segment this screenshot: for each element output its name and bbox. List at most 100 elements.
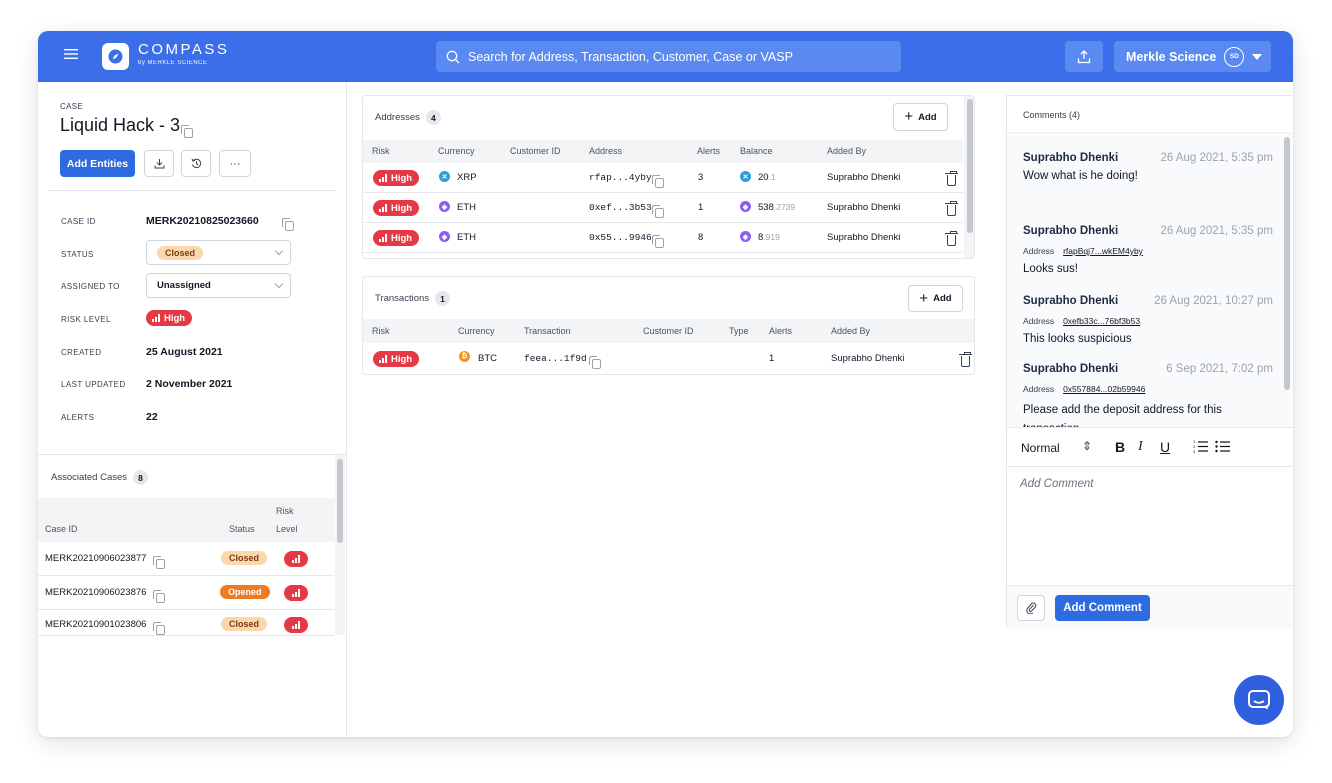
copy-icon[interactable] xyxy=(652,234,664,248)
scrollbar-thumb[interactable] xyxy=(1284,137,1290,390)
comment-address-link[interactable]: rfapBqj7...wkEM4yby xyxy=(1063,246,1143,256)
scrollbar[interactable] xyxy=(335,455,345,635)
copy-icon[interactable] xyxy=(153,555,165,569)
comment-address-link[interactable]: 0x557884...02b59946 xyxy=(1063,384,1145,394)
copy-icon[interactable] xyxy=(181,124,193,138)
case-id-value: MERK20210825023660 xyxy=(146,215,259,227)
comment-input-placeholder: Add Comment xyxy=(1020,478,1094,490)
table-row[interactable]: MERK20210906023877 Closed xyxy=(38,542,334,576)
scrollbar[interactable] xyxy=(1282,133,1292,427)
created-value: 25 August 2021 xyxy=(146,346,223,358)
eth-icon: ◆ xyxy=(740,231,751,242)
hamburger-menu-icon[interactable] xyxy=(60,45,82,67)
org-name: Merkle Science xyxy=(1126,49,1217,64)
bold-button[interactable]: B xyxy=(1115,439,1125,455)
scrollbar[interactable] xyxy=(964,96,974,258)
eth-icon: ◆ xyxy=(439,231,450,242)
copy-icon[interactable] xyxy=(589,355,601,369)
associated-cases-header: Associated Cases 8 xyxy=(51,470,149,485)
col-risk-level: Level xyxy=(276,524,298,534)
ordered-list-icon[interactable]: 123 xyxy=(1193,439,1209,458)
table-row[interactable]: High ✕ XRP rfap...4yby 3 ✕ 20.1 Suprabho… xyxy=(363,163,963,193)
table-row[interactable]: High ₿ BTC feea...1f9d 1 Suprabho Dhenki xyxy=(363,343,974,374)
chat-launcher-button[interactable] xyxy=(1234,675,1284,725)
balance-decimals: .1 xyxy=(768,172,776,182)
add-entities-button[interactable]: Add Entities xyxy=(60,150,135,177)
sort-arrows-icon[interactable]: ⇕ xyxy=(1082,439,1092,453)
col-transaction: Transaction xyxy=(524,326,571,336)
table-row[interactable]: MERK20210901023806 Closed xyxy=(38,610,334,636)
comment-item: Suprabho Dhenki 26 Aug 2021, 5:35 pm Addr… xyxy=(1023,225,1273,275)
scrollbar-thumb[interactable] xyxy=(967,99,973,233)
comment-item: Suprabho Dhenki 26 Aug 2021, 10:27 pm Add… xyxy=(1023,295,1273,345)
case-id-cell[interactable]: MERK20210901023806 xyxy=(45,619,146,630)
chevron-down-icon xyxy=(1252,53,1263,60)
copy-icon[interactable] xyxy=(282,217,295,231)
col-risk: Risk xyxy=(372,326,390,336)
comment-actions: Add Comment xyxy=(1007,585,1293,629)
address-cell[interactable]: 0xef...3b53 xyxy=(589,202,652,213)
addresses-title: Addresses xyxy=(375,112,420,123)
last-updated-value: 2 November 2021 xyxy=(146,378,233,390)
case-details-panel: CASE Liquid Hack - 3 Add Entities ··· CA… xyxy=(38,82,347,737)
copy-icon[interactable] xyxy=(153,589,165,603)
upload-button[interactable] xyxy=(1065,41,1103,72)
transactions-card: Transactions 1 + Add Risk Currency Trans… xyxy=(362,276,975,375)
attach-button[interactable] xyxy=(1017,595,1045,621)
italic-button[interactable]: I xyxy=(1138,439,1143,455)
status-select[interactable]: Closed xyxy=(146,240,291,265)
col-alerts: Alerts xyxy=(769,326,793,336)
comment-input[interactable]: Add Comment xyxy=(1007,467,1293,585)
download-button[interactable] xyxy=(144,150,174,177)
associated-cases-panel: Associated Cases 8 Case ID Status Risk L… xyxy=(38,454,346,636)
comment-date: 6 Sep 2021, 7:02 pm xyxy=(1166,363,1273,375)
table-row[interactable]: High ◆ ETH 0xef...3b53 1 ◆ 538.2739 Supr… xyxy=(363,193,963,223)
add-comment-button[interactable]: Add Comment xyxy=(1055,595,1150,621)
bullet-list-icon[interactable] xyxy=(1215,439,1231,458)
status-label: STATUS xyxy=(61,250,94,259)
case-id-cell[interactable]: MERK20210906023876 xyxy=(45,587,146,598)
text-style-select[interactable]: Normal xyxy=(1021,441,1060,455)
comments-list: Suprabho Dhenki 26 Aug 2021, 5:35 pm Wow … xyxy=(1007,133,1293,427)
add-address-button[interactable]: + Add xyxy=(893,103,948,131)
table-row[interactable]: MERK20210906023876 Opened xyxy=(38,576,334,610)
case-id-cell[interactable]: MERK20210906023877 xyxy=(45,553,146,564)
transaction-cell[interactable]: feea...1f9d xyxy=(524,353,587,364)
org-switcher-button[interactable]: Merkle Science SD xyxy=(1114,41,1271,72)
editor-toolbar: Normal ⇕ B I U 123 xyxy=(1007,427,1293,467)
delete-icon[interactable] xyxy=(945,171,959,186)
address-cell[interactable]: rfap...4yby xyxy=(589,172,652,183)
xrp-icon: ✕ xyxy=(439,171,450,182)
copy-icon[interactable] xyxy=(652,174,664,188)
scrollbar-thumb[interactable] xyxy=(337,459,343,543)
underline-button[interactable]: U xyxy=(1160,439,1170,455)
app-window: COMPASS by MERKLE SCIENCE Search for Add… xyxy=(38,31,1293,737)
copy-icon[interactable] xyxy=(652,204,664,218)
delete-icon[interactable] xyxy=(959,352,973,367)
added-by-cell: Suprabho Dhenki xyxy=(827,172,901,183)
col-added-by: Added By xyxy=(831,326,871,336)
comment-address-link[interactable]: 0xefb33c...76bf3b53 xyxy=(1063,316,1140,326)
plus-icon: + xyxy=(904,108,914,125)
search-input[interactable]: Search for Address, Transaction, Custome… xyxy=(436,41,901,72)
compass-logo-icon[interactable] xyxy=(102,43,129,70)
currency-cell: XRP xyxy=(457,172,477,183)
delete-icon[interactable] xyxy=(945,231,959,246)
copy-icon[interactable] xyxy=(153,621,165,635)
risk-high-icon xyxy=(284,585,308,601)
table-row[interactable]: High ◆ ETH 0x55...9946 8 ◆ 8.919 Suprabh… xyxy=(363,223,963,253)
case-eyebrow: CASE xyxy=(60,102,83,111)
more-options-button[interactable]: ··· xyxy=(219,150,251,177)
assignee-select[interactable]: Unassigned xyxy=(146,273,291,298)
comment-text: This looks suspicious xyxy=(1023,333,1132,345)
add-transaction-button[interactable]: + Add xyxy=(908,285,963,312)
address-cell[interactable]: 0x55...9946 xyxy=(589,232,652,243)
col-customer-id: Customer ID xyxy=(510,146,561,156)
delete-icon[interactable] xyxy=(945,201,959,216)
col-balance: Balance xyxy=(740,146,773,156)
comment-item: Suprabho Dhenki 26 Aug 2021, 5:35 pm Wow … xyxy=(1023,152,1273,182)
history-button[interactable] xyxy=(181,150,211,177)
added-by-cell: Suprabho Dhenki xyxy=(827,232,901,243)
brand-name: COMPASS xyxy=(138,41,230,58)
balance-cell: 20.1 xyxy=(758,172,776,183)
